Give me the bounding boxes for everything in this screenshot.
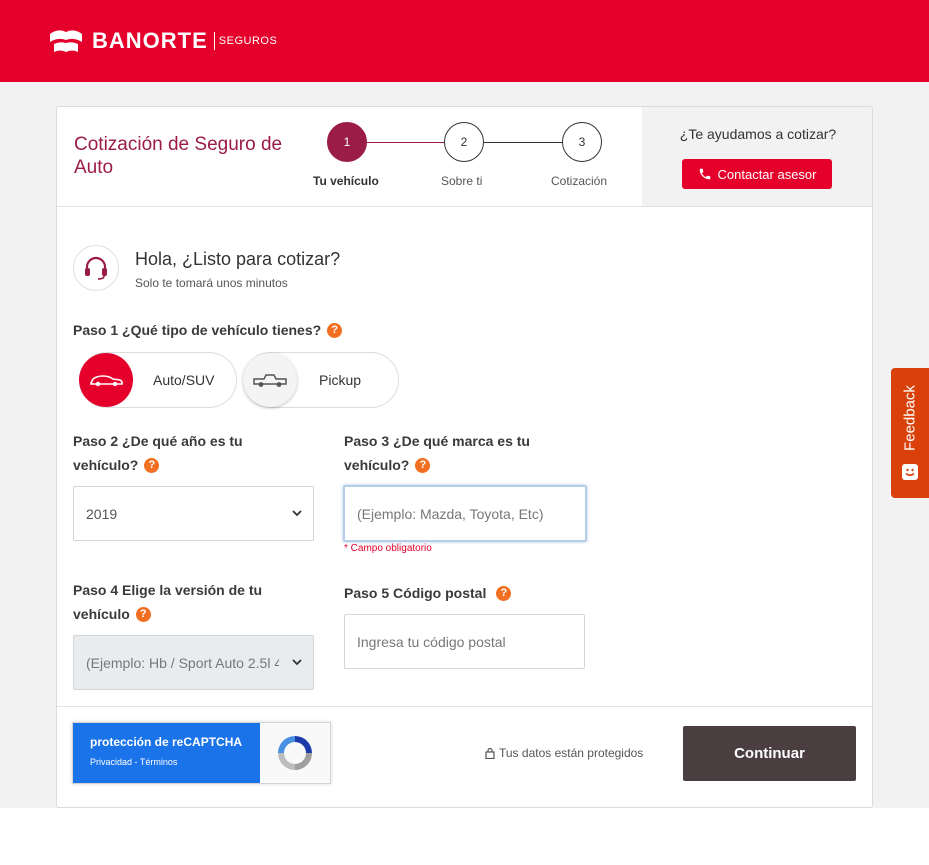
help-icon[interactable]: ? [144, 457, 160, 473]
step-connector-1 [367, 142, 447, 143]
headset-icon [85, 256, 107, 280]
step-4-question: Paso 4 Elige la versión de tu vehículo? [73, 578, 262, 626]
step-2-question: Paso 2 ¿De qué año es tu vehículo?? [73, 429, 243, 477]
brand-error-message: * Campo obligatorio [344, 543, 432, 554]
secure-notice: Tus datos están protegidos [485, 746, 643, 760]
step-4-question-line1: Paso 4 Elige la versión de tu [73, 582, 263, 598]
step-3-question-line2: vehículo? [344, 457, 410, 473]
recaptcha-badge[interactable]: protección de reCAPTCHA Privacidad - Tér… [72, 722, 331, 784]
step-2-label: Sobre ti [441, 174, 483, 188]
continue-button[interactable]: Continuar [683, 726, 856, 781]
help-panel: ¿Te ayudamos a cotizar? Contactar asesor [642, 107, 872, 206]
help-icon[interactable]: ? [327, 322, 343, 338]
vehicle-type-auto-suv[interactable]: Auto/SUV [79, 352, 237, 408]
step-3-circle: 3 [562, 122, 602, 162]
step-connector-2 [483, 142, 563, 143]
page-title: Cotización de Seguro de Auto [74, 134, 283, 178]
brand-name: BANORTE [92, 28, 208, 53]
agent-avatar [73, 245, 119, 291]
brand-separator [213, 32, 215, 50]
step-4-question-line2: vehículo [73, 606, 130, 622]
version-select-placeholder: (Ejemplo: Hb / Sport Auto 2.5l 4c [86, 654, 279, 671]
brand-sub: SEGUROS [218, 35, 278, 47]
step-1-question-text: Paso 1 ¿Qué tipo de vehículo tienes? [73, 322, 322, 338]
brand-input[interactable]: (Ejemplo: Mazda, Toyota, Etc) [343, 485, 587, 542]
recaptcha-text-panel: protección de reCAPTCHA Privacidad - Tér… [73, 723, 260, 783]
phone-icon [699, 168, 710, 180]
feedback-smile-icon [902, 464, 918, 480]
step-1-label: Tu vehículo [313, 174, 379, 188]
header-divider [57, 206, 872, 207]
greeting-subtitle: Solo te tomará unos minutos [135, 276, 288, 290]
greeting-title: Hola, ¿Listo para cotizar? [135, 249, 341, 269]
recaptcha-icon [260, 723, 330, 783]
step-1-question: Paso 1 ¿Qué tipo de vehículo tienes?? [73, 318, 343, 342]
year-select[interactable]: 2019 [73, 486, 314, 541]
step-5-question: Paso 5 Código postal? [344, 581, 512, 605]
step-5-question-text: Paso 5 Código postal [344, 585, 487, 601]
chevron-down-icon [292, 510, 302, 517]
secure-notice-text: Tus datos están protegidos [499, 746, 644, 760]
version-select[interactable]: (Ejemplo: Hb / Sport Auto 2.5l 4c [73, 635, 314, 690]
feedback-label: Feedback [901, 385, 919, 451]
step-2-question-line2: vehículo? [73, 457, 139, 473]
step-2-circle: 2 [444, 122, 484, 162]
step-3-question-line1: Paso 3 ¿De qué marca es tu [344, 433, 530, 449]
car-icon [79, 353, 133, 407]
step-3-label: Cotización [551, 174, 608, 188]
year-select-value: 2019 [86, 505, 118, 522]
feedback-tab[interactable]: Feedback [891, 368, 929, 498]
pickup-icon [243, 353, 297, 407]
banorte-logo[interactable]: BANORTE SEGUROS [48, 28, 277, 54]
quote-card: Cotización de Seguro de Auto 1 2 3 Tu ve… [56, 106, 873, 808]
step-1-circle: 1 [327, 122, 367, 162]
brand-input-placeholder: (Ejemplo: Mazda, Toyota, Etc) [357, 505, 544, 522]
vehicle-type-pickup[interactable]: Pickup [243, 352, 399, 408]
recaptcha-links[interactable]: Privacidad - Términos [90, 757, 260, 767]
vehicle-type-pickup-label: Pickup [319, 372, 362, 388]
contact-advisor-button[interactable]: Contactar asesor [682, 159, 832, 189]
chevron-down-icon [292, 659, 302, 666]
page-bottom [0, 808, 929, 865]
zip-code-input[interactable]: Ingresa tu código postal [344, 614, 585, 669]
help-title: ¿Te ayudamos a cotizar? [679, 126, 837, 142]
contact-advisor-label: Contactar asesor [717, 166, 817, 182]
recaptcha-title: protección de reCAPTCHA [90, 735, 243, 749]
lock-icon [485, 747, 495, 759]
step-3-question: Paso 3 ¿De qué marca es tu vehículo?? [344, 429, 530, 477]
top-bar: BANORTE SEGUROS [0, 0, 929, 82]
help-icon[interactable]: ? [415, 457, 431, 473]
step-2-question-line1: Paso 2 ¿De qué año es tu [73, 433, 243, 449]
zip-code-placeholder: Ingresa tu código postal [357, 633, 506, 650]
vehicle-type-auto-suv-label: Auto/SUV [153, 372, 215, 388]
banorte-logo-icon [50, 30, 82, 52]
help-icon[interactable]: ? [135, 606, 151, 622]
help-icon[interactable]: ? [496, 585, 512, 601]
footer-divider [57, 706, 872, 707]
